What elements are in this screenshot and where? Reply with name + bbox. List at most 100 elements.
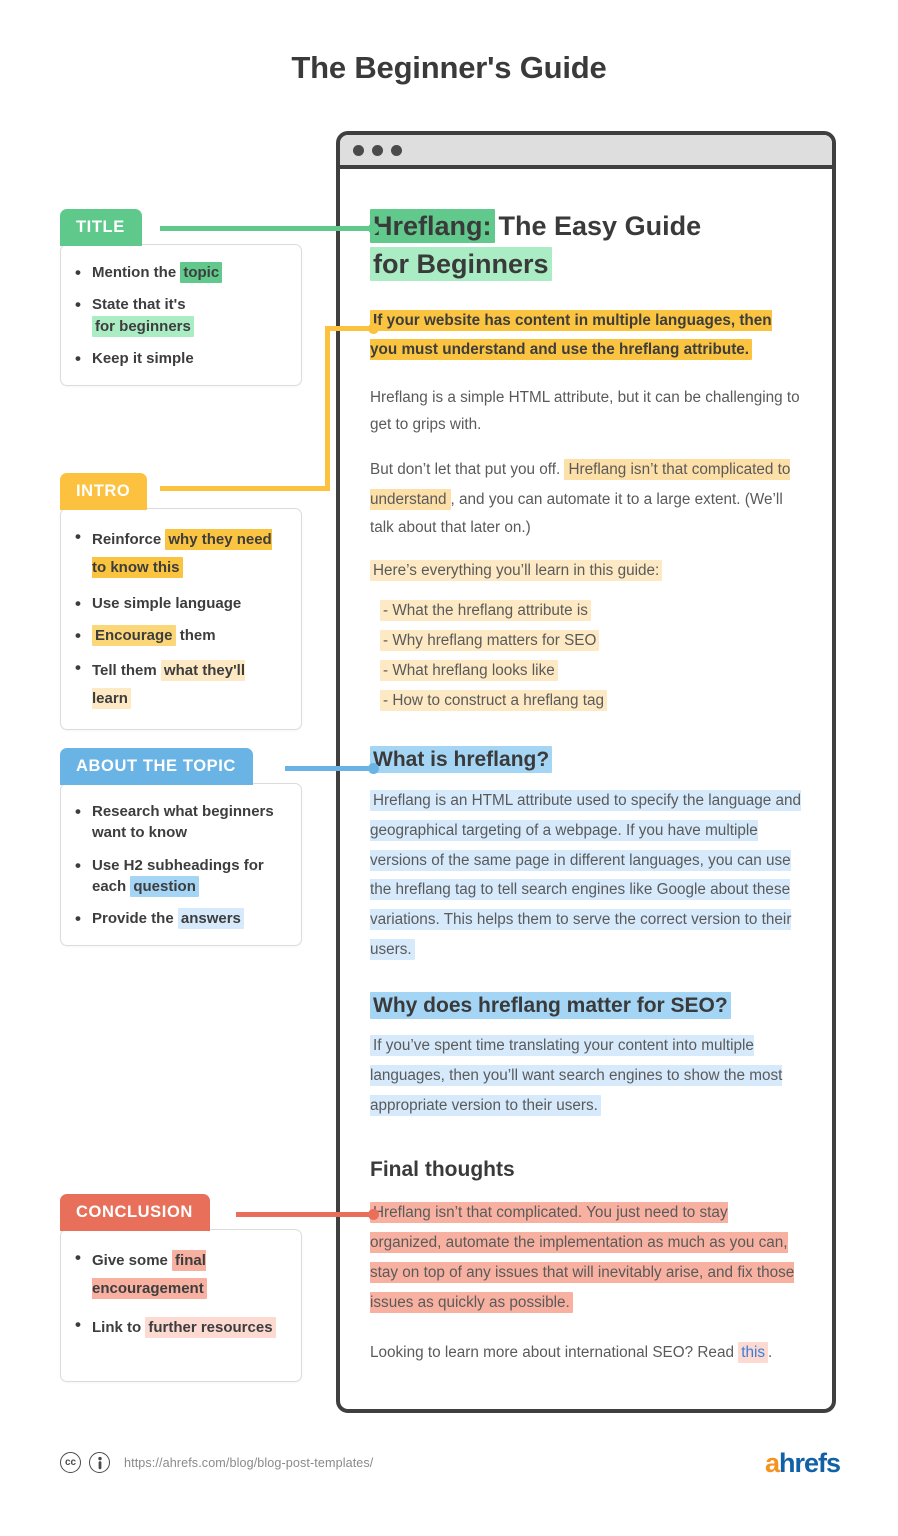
- panel-title-list: Mention the topic State that it's for be…: [75, 261, 285, 371]
- list-item: Mention the topic: [75, 261, 285, 285]
- toc-item-label: - How to construct a hreflang tag: [380, 689, 608, 711]
- page-title: The Beginner's Guide: [291, 50, 607, 85]
- panel-title-card: Mention the topic State that it's for be…: [60, 244, 302, 387]
- panel-conclusion-tab[interactable]: CONCLUSION: [60, 1194, 210, 1231]
- list-item-pre: Give some: [92, 1252, 173, 1269]
- toc-item: - What the hreflang attribute is: [380, 596, 802, 626]
- window-close-dot-icon[interactable]: [353, 144, 364, 156]
- list-item-post: them: [175, 626, 216, 644]
- toc-item-label: - What hreflang looks like: [380, 659, 558, 681]
- panel-about-card: Research what beginners want to know Use…: [60, 783, 302, 947]
- panel-conclusion-card: Give some final encouragement Link to fu…: [60, 1229, 302, 1383]
- panel-intro-card: Reinforce why they need to know this Use…: [60, 508, 302, 730]
- article-paragraph-6-text: Hreflang isn’t that complicated. You jus…: [370, 1202, 795, 1313]
- source-url[interactable]: https://ahrefs.com/blog/blog-post-templa…: [124, 1456, 373, 1470]
- article-h1: Hreflang: The Easy Guide for Beginners: [370, 207, 802, 284]
- window-minimize-dot-icon[interactable]: [372, 144, 383, 156]
- list-item: Tell them what they'll learn: [75, 656, 285, 713]
- browser-titlebar: [340, 135, 832, 169]
- article-paragraph-1: Hreflang is a simple HTML attribute, but…: [370, 389, 800, 433]
- person-glyph-icon: [97, 1456, 102, 1469]
- article-lead-paragraph: If your website has content in multiple …: [370, 306, 802, 366]
- panel-about-tab[interactable]: ABOUT THE TOPIC: [60, 748, 253, 785]
- article-paragraph-4-text: Hreflang is an HTML attribute used to sp…: [370, 789, 801, 961]
- list-item-highlight: further resources: [145, 1316, 276, 1338]
- article-content: Hreflang: The Easy Guide for Beginners If…: [340, 169, 832, 1403]
- panel-intro-list: Reinforce why they need to know this Use…: [75, 525, 285, 713]
- article-paragraph-4: Hreflang is an HTML attribute used to sp…: [370, 786, 802, 965]
- browser-window: Hreflang: The Easy Guide for Beginners If…: [336, 131, 836, 1413]
- list-item: Research what beginners want to know: [75, 800, 285, 844]
- article-h2-b-text: Why does hreflang matter for SEO?: [370, 991, 731, 1019]
- panel-conclusion: CONCLUSION Give some final encouragement…: [60, 1194, 302, 1383]
- list-item-highlight: topic: [180, 262, 223, 283]
- panel-title-tab[interactable]: TITLE: [60, 209, 142, 246]
- list-item-highlight: answers: [177, 908, 244, 930]
- list-item-pre: Research what beginners want to know: [92, 803, 274, 842]
- article-paragraph-6: Hreflang isn’t that complicated. You jus…: [370, 1198, 802, 1317]
- list-item-pre: Reinforce: [92, 531, 166, 548]
- list-item-pre: Mention the: [92, 264, 181, 281]
- article-paragraph-5: If you’ve spent time translating your co…: [370, 1031, 802, 1120]
- list-item-pre: State that it's: [92, 296, 186, 314]
- list-item-pre: Keep it simple: [92, 349, 194, 367]
- toc-item: - What hreflang looks like: [380, 656, 802, 686]
- article-paragraph-7: Looking to learn more about internationa…: [370, 1340, 802, 1366]
- article-paragraph-3: Here’s everything you’ll learn in this g…: [370, 558, 802, 584]
- article-paragraph-7-post: .: [768, 1343, 773, 1361]
- article-paragraph-3-text: Here’s everything you’ll learn in this g…: [370, 559, 663, 581]
- panel-title: TITLE Mention the topic State that it's …: [60, 209, 302, 387]
- article-paragraph-7-pre: Looking to learn more about internationa…: [370, 1343, 739, 1361]
- panel-about-list: Research what beginners want to know Use…: [75, 800, 285, 932]
- list-item: Encourage them: [75, 624, 285, 648]
- toc-item: - Why hreflang matters for SEO: [380, 626, 802, 656]
- article-lead-text: If your website has content in multiple …: [370, 309, 772, 361]
- article-toc-list: - What the hreflang attribute is - Why h…: [380, 596, 802, 715]
- article-read-this-link[interactable]: this: [738, 1341, 769, 1363]
- ahrefs-logo: ahrefs: [764, 1448, 841, 1479]
- ahrefs-logo-a: a: [764, 1448, 780, 1478]
- list-item: Provide the answers: [75, 907, 285, 932]
- panel-intro-tab[interactable]: INTRO: [60, 473, 148, 510]
- toc-item: - How to construct a hreflang tag: [380, 686, 802, 716]
- footer: cc https://ahrefs.com/blog/blog-post-tem…: [60, 1452, 373, 1473]
- list-item-pre: Provide the: [92, 910, 178, 928]
- article-paragraph-2: But don’t let that put you off. Hreflang…: [370, 455, 802, 541]
- window-maximize-dot-icon[interactable]: [391, 144, 402, 156]
- panel-about-the-topic: ABOUT THE TOPIC Research what beginners …: [60, 748, 302, 947]
- list-item-pre: Link to: [92, 1318, 146, 1336]
- panel-intro: INTRO Reinforce why they need to know th…: [60, 473, 302, 730]
- list-item: State that it's for beginners: [75, 293, 285, 337]
- toc-item-label: - Why hreflang matters for SEO: [380, 629, 600, 651]
- article-paragraph-5-text: If you’ve spent time translating your co…: [370, 1035, 783, 1116]
- list-item-pre: Tell them: [92, 662, 161, 680]
- list-item: Reinforce why they need to know this: [75, 525, 285, 582]
- ahrefs-logo-rest: hrefs: [778, 1448, 841, 1478]
- list-item: Use H2 subheadings for each question: [75, 854, 285, 898]
- connector-about-dot: [368, 763, 379, 774]
- article-h1-rest-line2: for Beginners: [370, 247, 552, 282]
- connector-conclusion-dot: [368, 1209, 379, 1220]
- list-item-pre: Use simple language: [92, 594, 242, 612]
- connector-intro-segment-vertical: [325, 326, 330, 491]
- list-item: Use simple language: [75, 591, 285, 615]
- article-paragraph-2-pre: But don’t let that put you off.: [370, 460, 565, 478]
- list-item-highlight: for beginners: [92, 315, 194, 337]
- creative-commons-icon: cc: [60, 1452, 81, 1473]
- list-item: Link to further resources: [75, 1313, 285, 1342]
- article-h1-highlight: Hreflang:: [370, 209, 495, 243]
- panel-conclusion-list: Give some final encouragement Link to fu…: [75, 1246, 285, 1342]
- list-item: Keep it simple: [75, 347, 285, 371]
- list-item-highlight: Encourage: [92, 624, 176, 646]
- article-h2-why-hreflang-matters: Why does hreflang matter for SEO?: [370, 991, 802, 1021]
- toc-item-label: - What the hreflang attribute is: [380, 600, 591, 622]
- article-h2-what-is-hreflang: What is hreflang?: [370, 745, 802, 775]
- article-h1-rest-line1: The Easy Guide: [498, 211, 702, 241]
- article-h2-a-text: What is hreflang?: [370, 746, 553, 774]
- connector-title-dot: [368, 223, 379, 234]
- list-item: Give some final encouragement: [75, 1246, 285, 1303]
- article-h2-final-thoughts: Final thoughts: [370, 1157, 515, 1181]
- attribution-icon: [89, 1452, 110, 1473]
- connector-intro-dot: [368, 323, 379, 334]
- list-item-highlight: question: [130, 875, 199, 897]
